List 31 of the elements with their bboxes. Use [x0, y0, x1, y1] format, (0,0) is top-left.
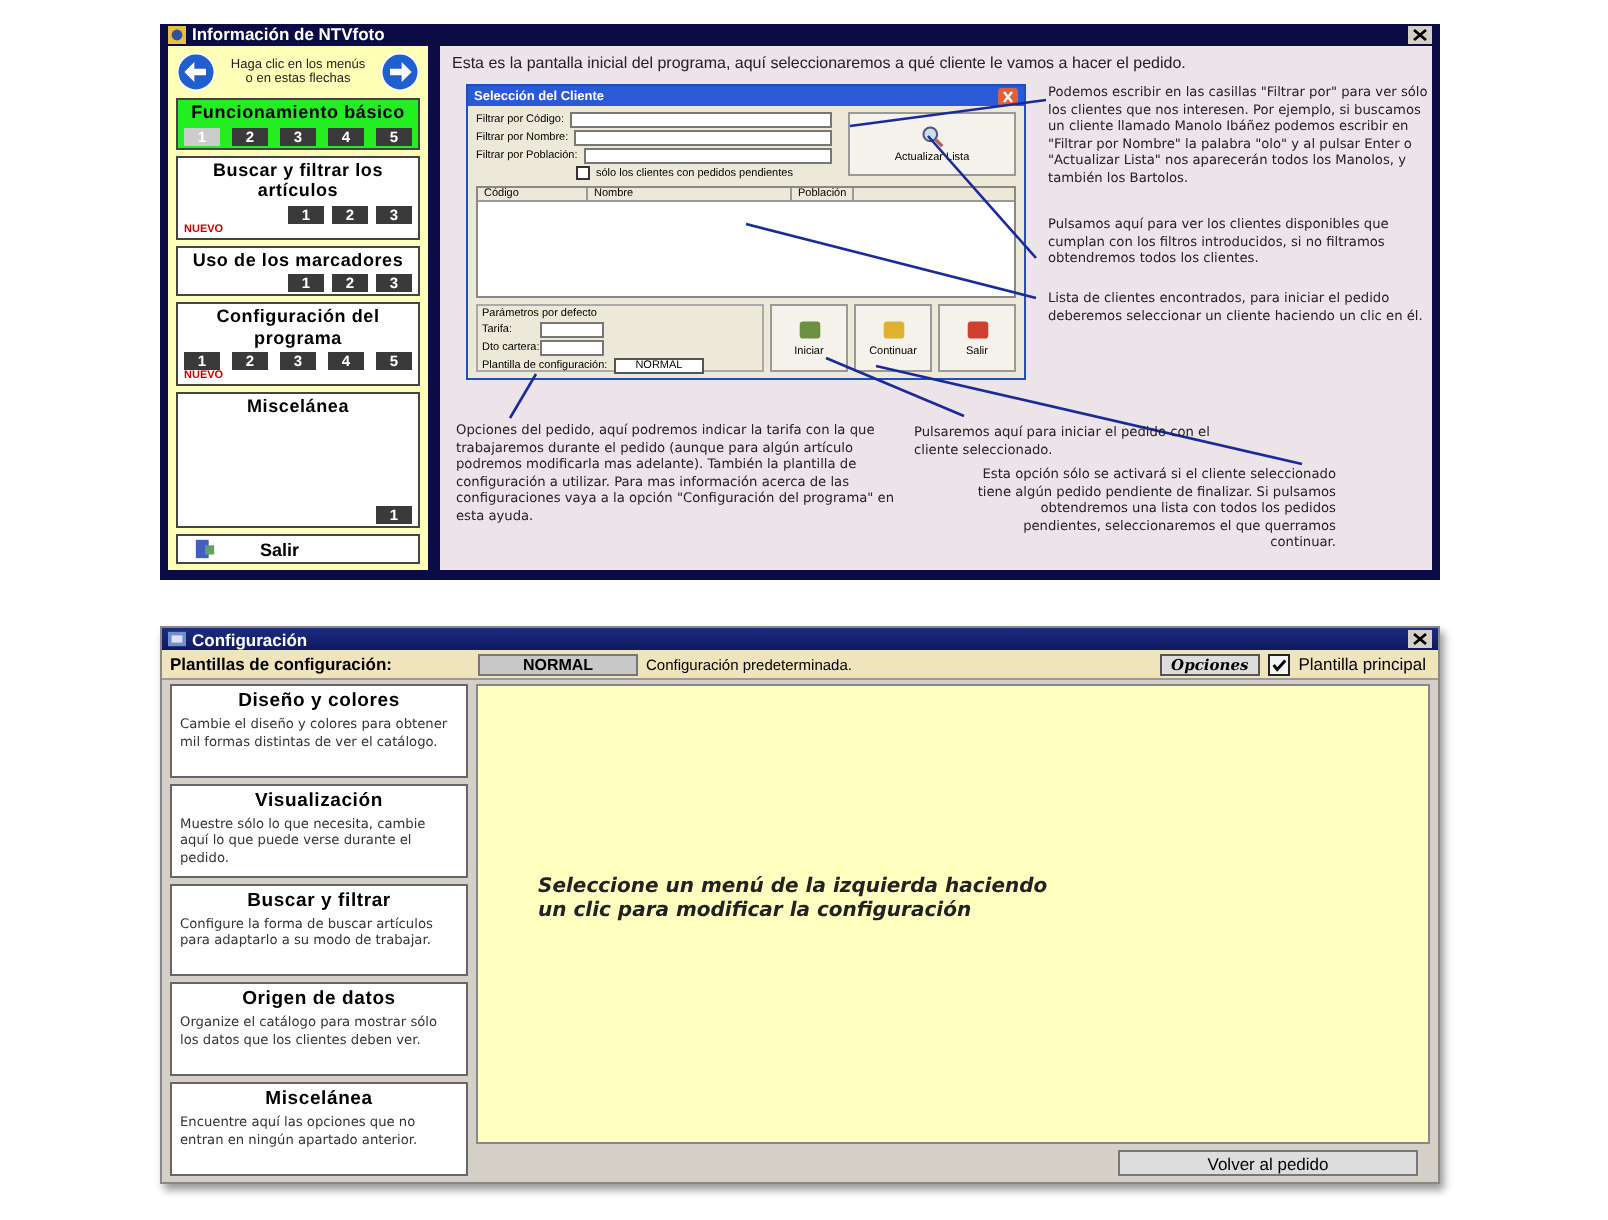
door-icon: [194, 538, 216, 560]
prompt-text: Seleccione un menú de la izquierda haciendo un clic para modificar la configuración: [538, 876, 1050, 924]
menu-item-title: Origen de datos: [240, 988, 398, 1011]
intro-text: Esta es la pantalla inicial del programa, aquí seleccionaremos a qué cliente le vamos a hacer el pedido.: [452, 54, 1186, 72]
section-title: Buscar y filtrar los artículos: [210, 159, 386, 201]
leader-line: [508, 373, 538, 419]
checkbox[interactable]: [1268, 653, 1291, 675]
back-to-order-button[interactable]: Volver al pedido: [1118, 1150, 1418, 1176]
close-icon: [998, 87, 1018, 105]
button-icon: [963, 318, 991, 342]
close-icon[interactable]: [1408, 630, 1432, 648]
section-title: Funcionamiento básico: [191, 102, 405, 123]
exit-button[interactable]: Salir: [176, 534, 420, 564]
window-icon: [168, 630, 186, 648]
section-title: Miscelánea: [246, 396, 350, 417]
check-icon: [1270, 655, 1289, 673]
search-icon: [920, 124, 944, 148]
window-title: Configuración: [192, 629, 308, 649]
close-icon[interactable]: [1408, 25, 1432, 43]
checkbox-label: Plantilla principal: [1298, 654, 1428, 674]
menu-item-title: Miscelánea: [263, 1088, 375, 1111]
templates-label: Plantillas de configuración:: [170, 654, 394, 674]
template-button[interactable]: NORMAL: [478, 653, 638, 675]
window-title: Información de NTVfoto: [192, 24, 385, 44]
button-icon: [795, 318, 823, 342]
section-title: Uso de los marcadores: [192, 249, 404, 270]
menu-item-title: Diseño y colores: [236, 690, 402, 712]
button-icon: [879, 318, 907, 342]
menu-item-title: Visualización: [253, 789, 385, 812]
section-title: Configuración del programa: [214, 306, 382, 348]
menu-item-title: Buscar y filtrar: [245, 889, 393, 912]
